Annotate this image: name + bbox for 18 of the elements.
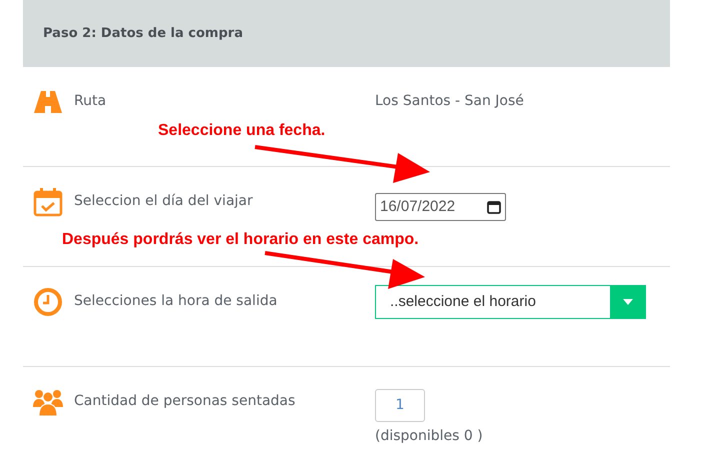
field-label: Selecciones la hora de salida [74,292,278,311]
calendar-icon [32,187,64,217]
dropdown-button[interactable] [610,285,646,319]
quantity-field[interactable]: 1 [375,389,425,422]
annotation-text: Después pordrás ver el horario en este campo. [62,230,419,250]
schedule-select[interactable]: ..seleccione el horario [375,285,646,319]
annotation-text: Seleccione una fecha. [158,121,326,141]
panel-title: Paso 2: Datos de la compra [43,24,243,43]
clock-icon [32,287,64,317]
people-icon [32,387,64,417]
field-label: Seleccion el día del viajar [74,192,253,211]
availability-note: (disponibles 0 ) [375,427,483,446]
field-label: Ruta [74,92,106,111]
field-label: Cantidad de personas sentadas [74,392,296,411]
date-field[interactable]: 16/07/2022 [375,193,506,221]
route-value: Los Santos - San José [375,92,524,111]
calendar-icon [487,200,501,214]
caret-icon [623,299,633,305]
